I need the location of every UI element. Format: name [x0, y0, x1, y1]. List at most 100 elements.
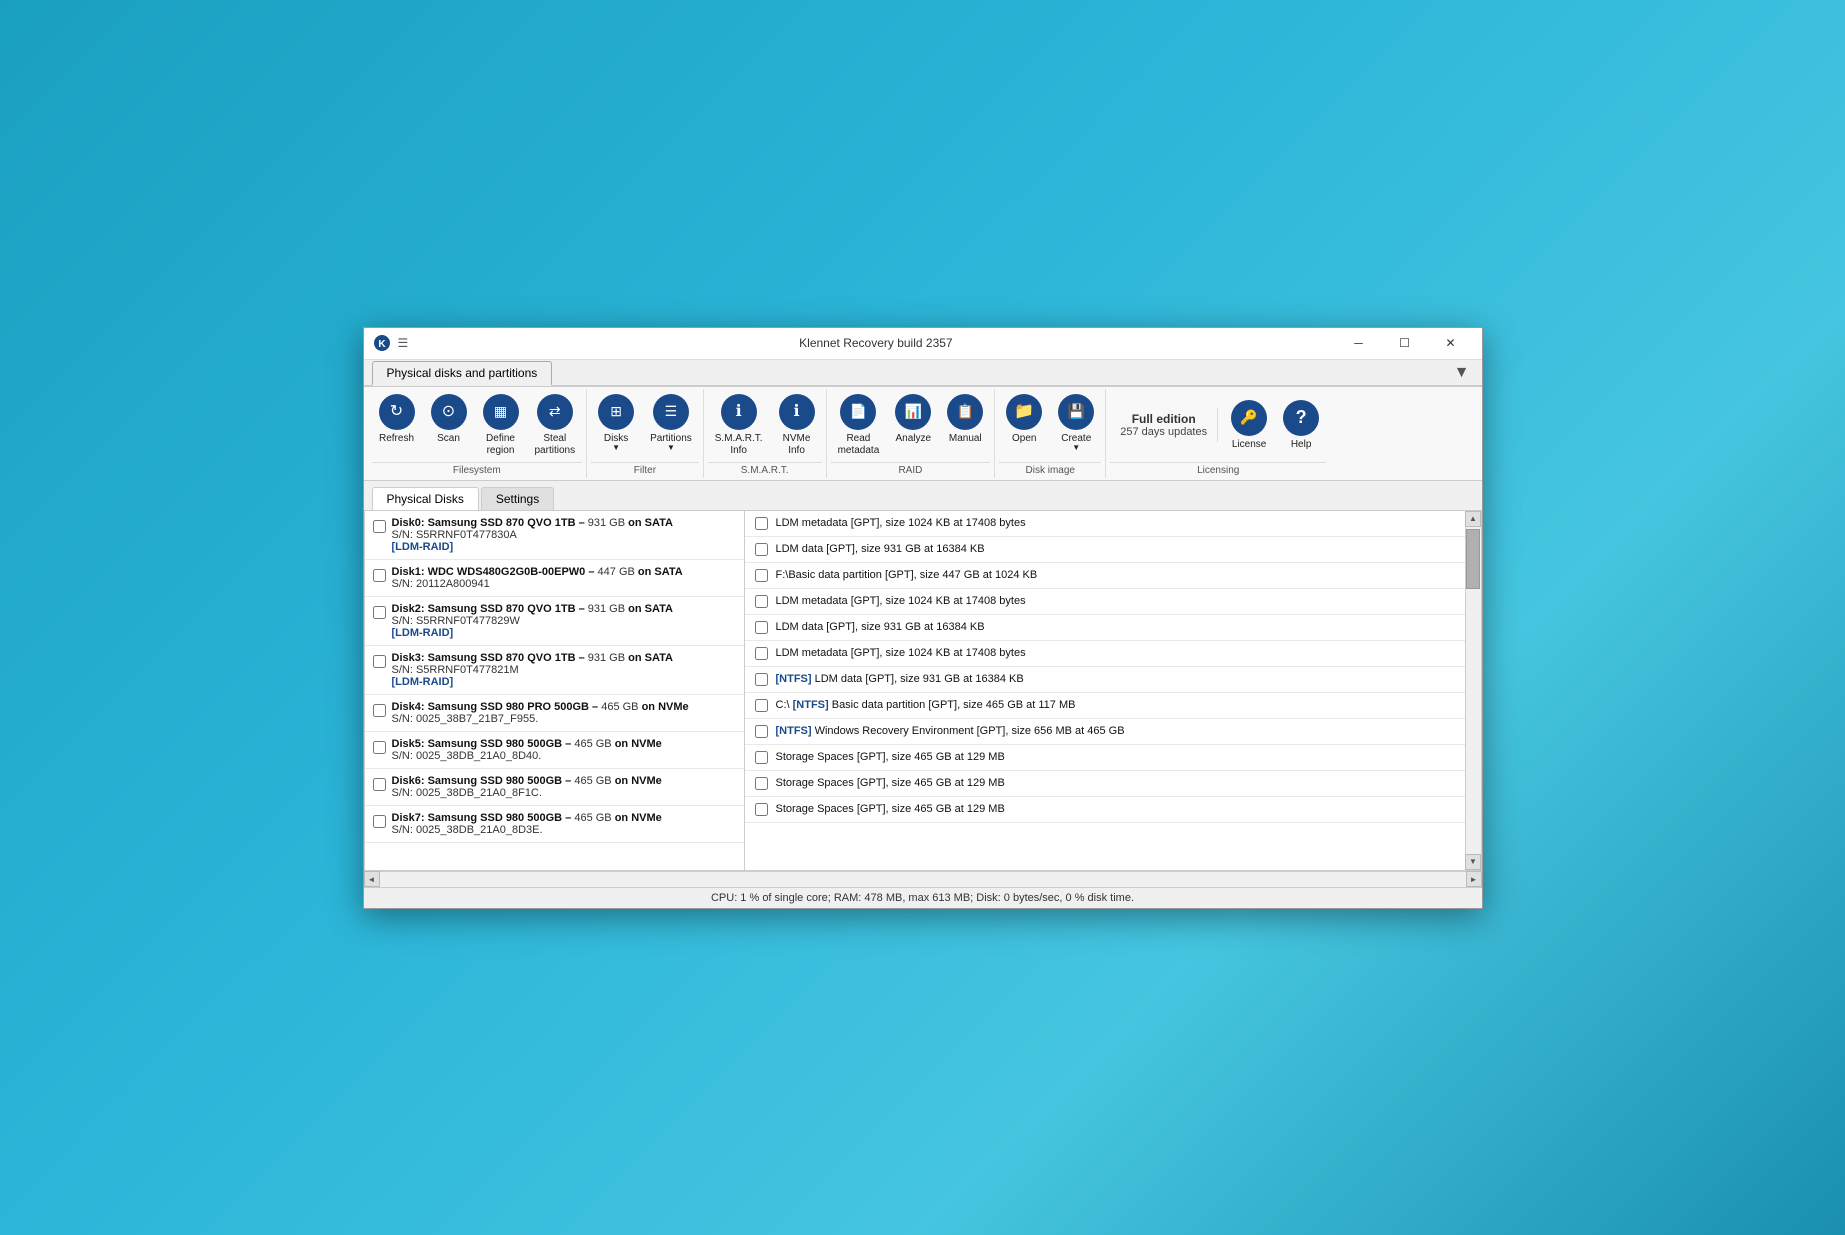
svg-text:K: K: [378, 339, 386, 350]
hamburger-icon[interactable]: ☰: [398, 336, 409, 350]
scrollbar-up-button[interactable]: ▲: [1465, 511, 1481, 527]
disk-row-4[interactable]: Disk4: Samsung SSD 980 PRO 500GB – 465 G…: [365, 695, 744, 732]
scrollbar-thumb[interactable]: [1466, 529, 1480, 589]
ribbon-group-disk-image: 📁 Open 💾 Create ▼ Disk image: [995, 389, 1106, 478]
partition-row[interactable]: [NTFS] Windows Recovery Environment [GPT…: [745, 719, 1465, 745]
manual-icon: 📋: [947, 394, 983, 430]
part-d6-0-checkbox[interactable]: [755, 777, 768, 790]
disk-row-1[interactable]: Disk1: WDC WDS480G2G0B-00EPW0 – 447 GB o…: [365, 560, 744, 597]
part-d7-0-text: Storage Spaces [GPT], size 465 GB at 129…: [776, 803, 1005, 815]
steal-partitions-button[interactable]: ⇄ Stealpartitions: [528, 389, 583, 462]
help-icon: ?: [1283, 400, 1319, 436]
partition-row[interactable]: LDM metadata [GPT], size 1024 KB at 1740…: [745, 511, 1465, 537]
tab-settings[interactable]: Settings: [481, 487, 554, 510]
create-button[interactable]: 💾 Create ▼: [1051, 389, 1101, 458]
define-region-icon: ▦: [483, 394, 519, 430]
partition-row[interactable]: LDM metadata [GPT], size 1024 KB at 1740…: [745, 589, 1465, 615]
steal-partitions-icon: ⇄: [537, 394, 573, 430]
minimize-button[interactable]: ─: [1336, 327, 1382, 359]
part-d0-0-checkbox[interactable]: [755, 517, 768, 530]
partition-row[interactable]: Storage Spaces [GPT], size 465 GB at 129…: [745, 771, 1465, 797]
partition-list: LDM metadata [GPT], size 1024 KB at 1740…: [745, 511, 1465, 870]
nvme-info-button[interactable]: ℹ NVMeInfo: [772, 389, 822, 462]
scrollbar-down-button[interactable]: ▼: [1465, 854, 1481, 870]
status-bar: CPU: 1 % of single core; RAM: 478 MB, ma…: [364, 887, 1482, 908]
part-d6-0-text: Storage Spaces [GPT], size 465 GB at 129…: [776, 777, 1005, 789]
help-button[interactable]: ? Help: [1276, 395, 1326, 456]
partition-row[interactable]: LDM data [GPT], size 931 GB at 16384 KB: [745, 615, 1465, 641]
disk6-name: Disk6:: [392, 775, 428, 787]
disk5-serial: S/N: 0025_38DB_21A0_8D40.: [392, 750, 662, 762]
disks-dropdown-arrow: ▼: [612, 443, 620, 453]
license-icon: 🔑: [1231, 400, 1267, 436]
disk5-checkbox[interactable]: [373, 741, 386, 754]
manual-button[interactable]: 📋 Manual: [940, 389, 990, 450]
open-icon: 📁: [1006, 394, 1042, 430]
disk2-checkbox[interactable]: [373, 606, 386, 619]
part-d1-0-text: F:\Basic data partition [GPT], size 447 …: [776, 569, 1038, 581]
disk-row-7[interactable]: Disk7: Samsung SSD 980 500GB – 465 GB on…: [365, 806, 744, 843]
disk3-checkbox[interactable]: [373, 655, 386, 668]
part-d2-0-checkbox[interactable]: [755, 595, 768, 608]
disk-row-0[interactable]: Disk0: Samsung SSD 870 QVO 1TB – 931 GB …: [365, 511, 744, 560]
smart-info-button[interactable]: ℹ S.M.A.R.T.Info: [708, 389, 770, 462]
tab-physical-disks-partitions[interactable]: Physical disks and partitions: [372, 361, 553, 386]
disk-image-group-label: Disk image: [999, 462, 1101, 478]
hscroll-right-button[interactable]: ►: [1466, 871, 1482, 887]
disk1-checkbox[interactable]: [373, 569, 386, 582]
disks-button[interactable]: ⊞ Disks ▼: [591, 389, 641, 458]
partition-row[interactable]: [NTFS] LDM data [GPT], size 931 GB at 16…: [745, 667, 1465, 693]
nvme-info-icon: ℹ: [779, 394, 815, 430]
define-region-button[interactable]: ▦ Defineregion: [476, 389, 526, 462]
partition-row[interactable]: F:\Basic data partition [GPT], size 447 …: [745, 563, 1465, 589]
disk0-checkbox[interactable]: [373, 520, 386, 533]
partition-row[interactable]: C:\ [NTFS] Basic data partition [GPT], s…: [745, 693, 1465, 719]
analyze-button[interactable]: 📊 Analyze: [888, 389, 938, 450]
part-d3-1-checkbox[interactable]: [755, 673, 768, 686]
disk7-checkbox[interactable]: [373, 815, 386, 828]
disk-row-5[interactable]: Disk5: Samsung SSD 980 500GB – 465 GB on…: [365, 732, 744, 769]
partition-row[interactable]: Storage Spaces [GPT], size 465 GB at 129…: [745, 797, 1465, 823]
part-d4-1-checkbox[interactable]: [755, 725, 768, 738]
disk-row-3[interactable]: Disk3: Samsung SSD 870 QVO 1TB – 931 GB …: [365, 646, 744, 695]
window-title: Klennet Recovery build 2357: [416, 336, 1335, 350]
disk-row-2[interactable]: Disk2: Samsung SSD 870 QVO 1TB – 931 GB …: [365, 597, 744, 646]
refresh-icon: ↻: [379, 394, 415, 430]
days-updates-label: 257 days updates: [1120, 426, 1207, 438]
disks-icon: ⊞: [598, 394, 634, 430]
ribbon-group-filesystem: ↻ Refresh ⊙ Scan ▦ Defineregion ⇄ Stealp…: [368, 389, 588, 478]
hscroll-left-button[interactable]: ◄: [364, 871, 380, 887]
part-d0-1-checkbox[interactable]: [755, 543, 768, 556]
tab-dropdown-arrow[interactable]: ▼: [1450, 361, 1474, 385]
part-d3-1-text: [NTFS] LDM data [GPT], size 931 GB at 16…: [776, 673, 1024, 685]
window-controls: ─ ☐ ✕: [1336, 327, 1474, 359]
partitions-dropdown-arrow: ▼: [667, 443, 675, 453]
tab-physical-disks[interactable]: Physical Disks: [372, 487, 479, 510]
disk2-tag: [LDM-RAID]: [392, 627, 673, 639]
license-button[interactable]: 🔑 License: [1224, 395, 1274, 456]
partition-row[interactable]: LDM data [GPT], size 931 GB at 16384 KB: [745, 537, 1465, 563]
part-d4-0-checkbox[interactable]: [755, 699, 768, 712]
open-button[interactable]: 📁 Open: [999, 389, 1049, 450]
disk4-checkbox[interactable]: [373, 704, 386, 717]
close-button[interactable]: ✕: [1428, 327, 1474, 359]
disk6-checkbox[interactable]: [373, 778, 386, 791]
disk1-model: WDC WDS480G2G0B-00EPW0: [428, 566, 586, 578]
refresh-button[interactable]: ↻ Refresh: [372, 389, 422, 450]
disk3-name: Disk3:: [392, 652, 428, 664]
partitions-button[interactable]: ☰ Partitions ▼: [643, 389, 699, 458]
scan-button[interactable]: ⊙ Scan: [424, 389, 474, 450]
read-metadata-button[interactable]: 📄 Readmetadata: [831, 389, 887, 462]
main-content-area: Disk0: Samsung SSD 870 QVO 1TB – 931 GB …: [364, 511, 1482, 871]
partition-row[interactable]: LDM metadata [GPT], size 1024 KB at 1740…: [745, 641, 1465, 667]
part-d3-0-checkbox[interactable]: [755, 647, 768, 660]
part-d2-1-checkbox[interactable]: [755, 621, 768, 634]
maximize-button[interactable]: ☐: [1382, 327, 1428, 359]
part-d7-0-checkbox[interactable]: [755, 803, 768, 816]
partition-row[interactable]: Storage Spaces [GPT], size 465 GB at 129…: [745, 745, 1465, 771]
disk-row-6[interactable]: Disk6: Samsung SSD 980 500GB – 465 GB on…: [365, 769, 744, 806]
part-d5-0-checkbox[interactable]: [755, 751, 768, 764]
disk4-serial: S/N: 0025_38B7_21B7_F955.: [392, 713, 689, 725]
ribbon-group-raid: 📄 Readmetadata 📊 Analyze 📋 Manual RAID: [827, 389, 996, 478]
part-d1-0-checkbox[interactable]: [755, 569, 768, 582]
